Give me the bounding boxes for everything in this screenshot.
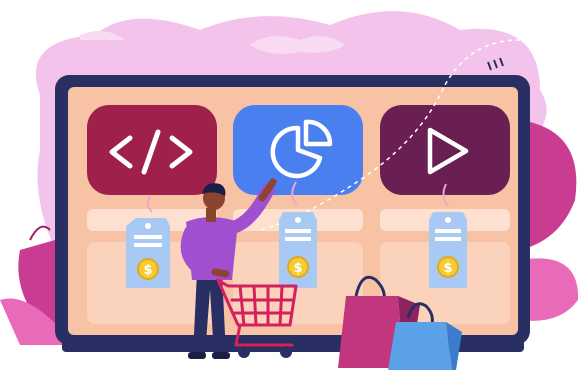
digital-services-illustration: $ $ $ xyxy=(0,11,579,370)
card-code[interactable] xyxy=(87,105,217,195)
price-symbol: $ xyxy=(143,263,152,278)
shopper-shoe xyxy=(188,352,206,359)
illustration: $ $ $ xyxy=(0,0,581,372)
card-play[interactable] xyxy=(380,105,510,195)
shopper-shoe xyxy=(212,352,230,359)
price-symbol: $ xyxy=(293,261,302,276)
card-chart[interactable] xyxy=(233,105,363,195)
price-symbol: $ xyxy=(443,261,452,276)
